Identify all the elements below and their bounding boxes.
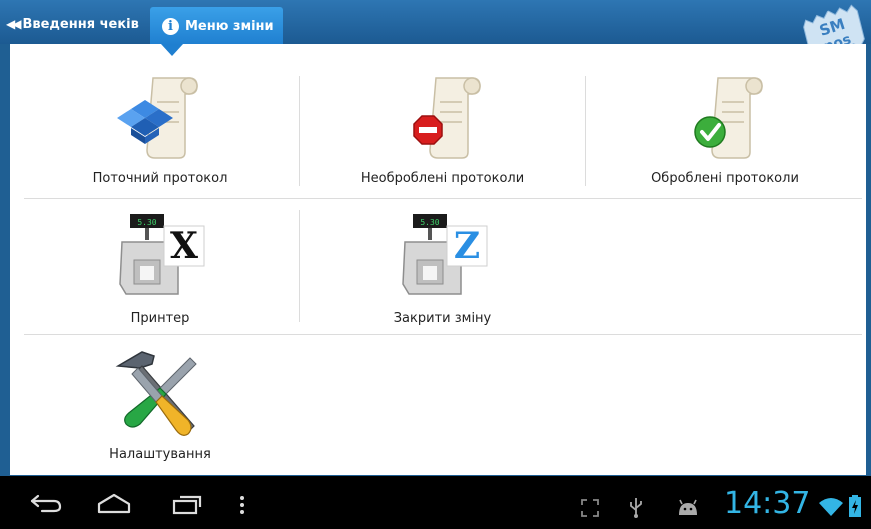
tile-processed-protocols[interactable]: Оброблені протоколи <box>590 64 860 190</box>
row-divider <box>24 334 862 335</box>
active-tab-label: Меню зміни <box>185 18 274 34</box>
hammer-screwdriver-icon <box>115 351 197 436</box>
scroll-dropbox-icon <box>117 77 198 159</box>
tab-pointer <box>161 44 183 56</box>
column-divider <box>585 76 586 186</box>
scroll-stop-icon <box>412 77 481 159</box>
tile-label: Закрити зміну <box>393 311 492 326</box>
info-icon: i <box>162 17 179 35</box>
printer-display-text: 5.30 <box>420 218 439 227</box>
tile-label: Принтер <box>130 311 190 326</box>
usb-icon <box>630 498 642 518</box>
tile-close-shift[interactable]: 5.30 Z Закрити зміну <box>305 204 580 330</box>
tile-label: Поточний протокол <box>92 171 228 186</box>
double-chevron-left-icon: ◀◀ <box>6 17 22 31</box>
row-divider <box>24 198 862 199</box>
printer-z-report-icon: 5.30 Z <box>401 214 487 295</box>
back-tab-receipts[interactable]: ◀◀ Введення чеків <box>6 9 139 39</box>
battery-charging-icon <box>849 495 861 517</box>
home-icon[interactable] <box>95 492 133 514</box>
overflow-menu-icon[interactable] <box>238 494 246 516</box>
tab-shift-menu[interactable]: i Меню зміни <box>150 7 283 45</box>
tile-label: Оброблені протоколи <box>651 171 799 186</box>
wifi-icon <box>819 498 843 516</box>
report-badge-letter: Z <box>453 225 479 267</box>
scroll-check-icon <box>694 77 763 159</box>
status-clock: 14:37 <box>724 486 811 521</box>
back-tab-label: Введення чеків <box>22 16 139 32</box>
report-badge-letter: X <box>170 225 198 267</box>
tile-current-protocol[interactable]: Поточний протокол <box>25 64 295 190</box>
tile-unprocessed-protocols[interactable]: Необроблені протоколи <box>305 64 580 190</box>
recent-apps-icon[interactable] <box>170 493 204 515</box>
column-divider <box>299 76 300 186</box>
shift-menu-panel: Поточний протокол Необроблені протоколи … <box>10 44 866 475</box>
tile-settings[interactable]: Налаштування <box>25 340 295 466</box>
tile-printer[interactable]: 5.30 X Принтер <box>25 204 295 330</box>
printer-x-report-icon: 5.30 X <box>119 214 205 295</box>
printer-display-text: 5.30 <box>137 218 156 227</box>
column-divider <box>299 210 300 322</box>
tile-label: Необроблені протоколи <box>360 171 525 186</box>
android-debug-icon <box>679 499 697 515</box>
back-arrow-icon[interactable] <box>28 490 64 514</box>
fullscreen-icon[interactable] <box>580 498 600 518</box>
tile-label: Налаштування <box>109 447 211 462</box>
